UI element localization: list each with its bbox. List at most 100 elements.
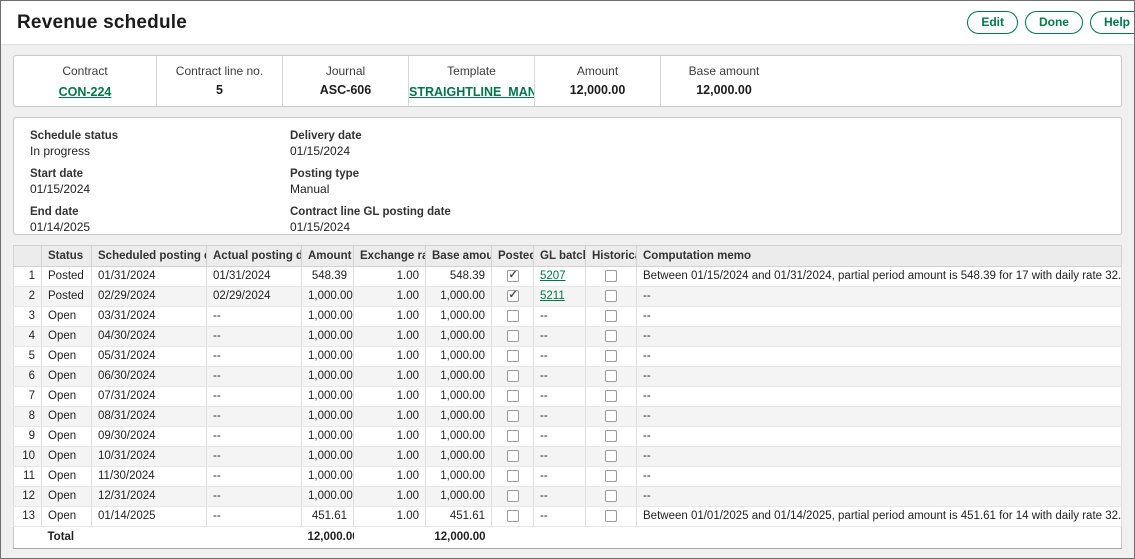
- template-link[interactable]: STRAIGHTLINE_MANUA: [409, 85, 535, 99]
- base-amount-cell: 1,000.00: [426, 487, 492, 507]
- contract-link[interactable]: CON-224: [59, 85, 112, 99]
- status-cell: Open: [42, 487, 92, 507]
- amount-cell: 1,000.00: [302, 467, 354, 487]
- status-cell: Open: [42, 467, 92, 487]
- summary-field-amount: Amount 12,000.00: [535, 56, 661, 106]
- posted-checkbox: [507, 390, 519, 402]
- historical-cell: [586, 367, 637, 387]
- base-amount-cell: 548.39: [426, 267, 492, 287]
- start-date-label: Start date: [30, 168, 290, 180]
- schedule-status-field: Schedule status In progress: [30, 130, 290, 158]
- delivery-date-label: Delivery date: [290, 130, 451, 142]
- historical-checkbox: [605, 330, 617, 342]
- exchange-rate-cell: 1.00: [354, 407, 426, 427]
- table-row: 12 Open 12/31/2024 -- 1,000.00 1.00 1,00…: [14, 487, 1122, 507]
- computation-memo-cell: --: [637, 407, 1122, 427]
- gl-batch-link[interactable]: 5207: [540, 270, 566, 282]
- status-cell: Open: [42, 507, 92, 527]
- historical-checkbox: [605, 270, 617, 282]
- status-cell: Posted: [42, 287, 92, 307]
- amount-cell: 1,000.00: [302, 287, 354, 307]
- gl-batch-cell: --: [534, 447, 586, 467]
- schedule-status-label: Schedule status: [30, 130, 290, 142]
- actual-posting-date-cell: --: [207, 347, 302, 367]
- details-panel: Schedule status In progress Start date 0…: [13, 117, 1122, 235]
- posted-checkbox: [507, 490, 519, 502]
- summary-field-contract: Contract CON-224: [14, 56, 157, 106]
- posted-cell: [492, 267, 534, 287]
- end-date-field: End date 01/14/2025: [30, 206, 290, 234]
- posting-type-value: Manual: [290, 182, 451, 196]
- gl-batch-cell: 5211: [534, 287, 586, 307]
- total-amount: 12,000.00: [302, 527, 354, 549]
- edit-button[interactable]: Edit: [967, 11, 1018, 34]
- computation-memo-cell: --: [637, 347, 1122, 367]
- start-date-value: 01/15/2024: [30, 182, 290, 196]
- revenue-schedule-page: Revenue schedule Edit Done Help Contract…: [0, 0, 1135, 559]
- exchange-rate-cell: 1.00: [354, 267, 426, 287]
- posted-checkbox: [507, 290, 519, 302]
- historical-checkbox: [605, 430, 617, 442]
- row-number: 8: [14, 407, 42, 427]
- row-number: 12: [14, 487, 42, 507]
- posting-type-label: Posting type: [290, 168, 451, 180]
- posted-cell: [492, 367, 534, 387]
- posted-checkbox: [507, 450, 519, 462]
- contract-line-gl-posting-date-field: Contract line GL posting date 01/15/2024: [290, 206, 451, 234]
- schedule-status-value: In progress: [30, 144, 290, 158]
- actual-posting-date-cell: --: [207, 487, 302, 507]
- actual-posting-date-cell: --: [207, 507, 302, 527]
- base-amount-cell: 1,000.00: [426, 407, 492, 427]
- status-cell: Open: [42, 387, 92, 407]
- amount-cell: 1,000.00: [302, 407, 354, 427]
- status-cell: Open: [42, 407, 92, 427]
- posted-cell: [492, 307, 534, 327]
- scheduled-posting-date-cell: 05/31/2024: [92, 347, 207, 367]
- title-bar: Revenue schedule Edit Done Help: [1, 1, 1134, 45]
- col-header-gl-batch: GL batch: [534, 246, 586, 267]
- historical-cell: [586, 327, 637, 347]
- historical-cell: [586, 267, 637, 287]
- status-cell: Open: [42, 307, 92, 327]
- summary-field-contract-line-no: Contract line no. 5: [157, 56, 283, 106]
- template-label: Template: [409, 64, 534, 78]
- base-amount-label: Base amount: [661, 64, 787, 78]
- col-header-historical: Historical: [586, 246, 637, 267]
- historical-cell: [586, 307, 637, 327]
- historical-checkbox: [605, 310, 617, 322]
- scheduled-posting-date-cell: 09/30/2024: [92, 427, 207, 447]
- posted-cell: [492, 447, 534, 467]
- gl-batch-cell: --: [534, 507, 586, 527]
- base-amount-cell: 1,000.00: [426, 387, 492, 407]
- table-row: 7 Open 07/31/2024 -- 1,000.00 1.00 1,000…: [14, 387, 1122, 407]
- posted-cell: [492, 407, 534, 427]
- help-button[interactable]: Help: [1090, 11, 1135, 34]
- scheduled-posting-date-cell: 01/14/2025: [92, 507, 207, 527]
- posted-checkbox: [507, 310, 519, 322]
- gl-batch-cell: --: [534, 307, 586, 327]
- historical-checkbox: [605, 350, 617, 362]
- scheduled-posting-date-cell: 02/29/2024: [92, 287, 207, 307]
- toolbar-actions: Edit Done Help: [967, 11, 1135, 34]
- details-left-column: Schedule status In progress Start date 0…: [30, 130, 290, 226]
- amount-cell: 1,000.00: [302, 427, 354, 447]
- details-right-column: Delivery date 01/15/2024 Posting type Ma…: [290, 130, 451, 226]
- exchange-rate-cell: 1.00: [354, 467, 426, 487]
- actual-posting-date-cell: --: [207, 387, 302, 407]
- summary-bar: Contract CON-224 Contract line no. 5 Jou…: [13, 55, 1122, 107]
- posted-checkbox: [507, 470, 519, 482]
- actual-posting-date-cell: 02/29/2024: [207, 287, 302, 307]
- computation-memo-cell: --: [637, 467, 1122, 487]
- amount-cell: 548.39: [302, 267, 354, 287]
- actual-posting-date-cell: --: [207, 367, 302, 387]
- row-number: 10: [14, 447, 42, 467]
- status-cell: Open: [42, 327, 92, 347]
- historical-cell: [586, 447, 637, 467]
- table-row: 6 Open 06/30/2024 -- 1,000.00 1.00 1,000…: [14, 367, 1122, 387]
- done-button[interactable]: Done: [1025, 11, 1083, 34]
- gl-batch-link[interactable]: 5211: [540, 290, 565, 302]
- amount-label: Amount: [535, 64, 660, 78]
- computation-memo-cell: --: [637, 447, 1122, 467]
- scheduled-posting-date-cell: 03/31/2024: [92, 307, 207, 327]
- historical-cell: [586, 387, 637, 407]
